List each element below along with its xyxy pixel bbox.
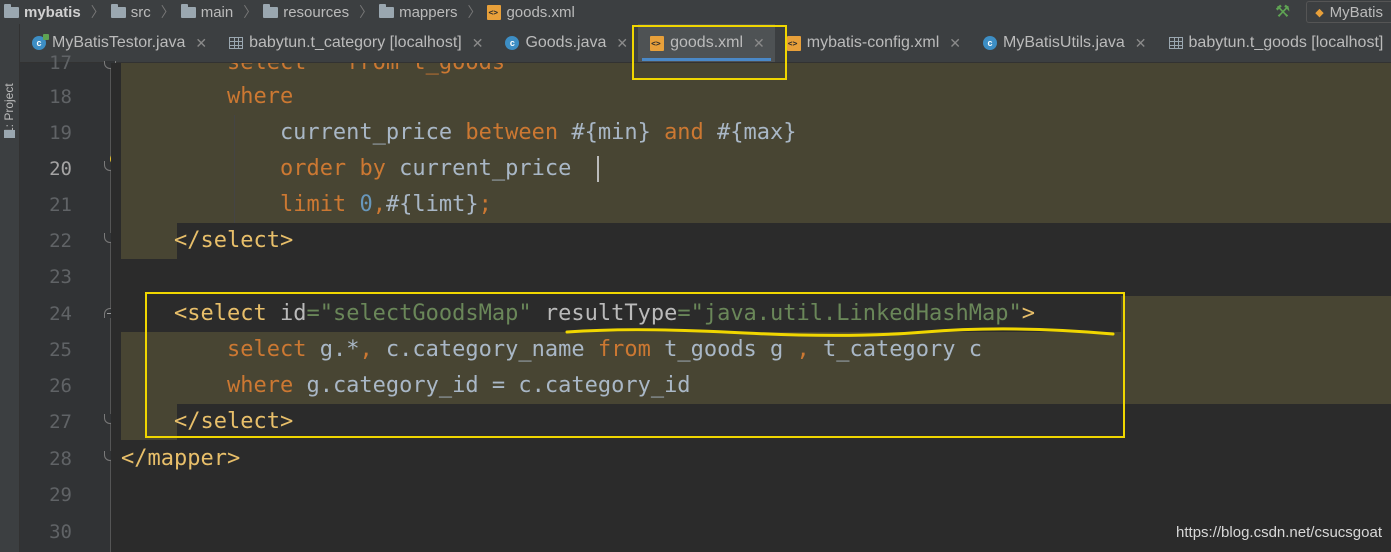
line-number: 19 [49, 122, 72, 144]
project-tool-icon[interactable] [4, 130, 15, 138]
breadcrumb-item-resources[interactable]: resources 〉 [263, 0, 379, 24]
xml-file-icon [487, 4, 502, 20]
line-number: 26 [49, 375, 72, 397]
tab-babytun-t-category[interactable]: babytun.t_category [localhost] ✕ [217, 24, 493, 62]
folder-icon [379, 3, 395, 18]
line-number: 23 [49, 266, 72, 288]
code-line-18: where [121, 79, 293, 115]
xml-file-icon [786, 35, 801, 51]
close-icon[interactable]: ✕ [616, 35, 628, 52]
breadcrumb: mybatis 〉 src 〉 main 〉 resources 〉 mappe… [0, 0, 575, 24]
breadcrumb-label: resources [283, 3, 350, 21]
editor-gutter[interactable]: 17 18 19 20 21 22 23 24 25 26 27 28 29 3… [20, 52, 116, 552]
underline-annotation [565, 327, 1115, 337]
watermark: https://blog.csdn.net/csucsgoat [1176, 524, 1382, 541]
breadcrumb-label: mybatis [24, 3, 81, 21]
tab-label: babytun.t_category [localhost] [249, 34, 462, 51]
code-highlight [1121, 296, 1391, 332]
folder-icon [110, 3, 126, 18]
tab-label: babytun.t_goods [localhost] [1188, 34, 1384, 51]
code-line-28: </mapper> [121, 441, 240, 477]
highlight-box-select-block [145, 292, 1125, 438]
line-number: 27 [49, 411, 72, 433]
close-icon[interactable]: ✕ [1135, 35, 1147, 52]
code-text: select * from t_goods [121, 63, 505, 75]
breadcrumb-item-mybatis[interactable]: mybatis 〉 [4, 0, 111, 24]
build-hammer-icon[interactable]: ⚒ [1275, 2, 1290, 22]
run-config-icon: ◆ [1315, 6, 1324, 19]
breadcrumb-item-src[interactable]: src 〉 [110, 0, 181, 24]
highlight-box-active-tab [632, 25, 787, 80]
code-text: </mapper> [121, 446, 241, 471]
line-number: 21 [49, 194, 72, 216]
line-number: 25 [49, 339, 72, 361]
close-icon[interactable]: ✕ [472, 35, 484, 52]
resources-folder-icon [263, 3, 279, 18]
tab-label: MyBatisUtils.java [1002, 34, 1125, 51]
breadcrumb-item-goods-xml[interactable]: goods.xml [487, 0, 575, 24]
code-text: </select> [121, 228, 294, 253]
code-text: where [121, 84, 294, 109]
tool-window-strip: 1: Project [0, 24, 20, 552]
chevron-right-icon: 〉 [160, 4, 175, 20]
db-table-icon [1168, 37, 1183, 49]
tab-mybatis-config-xml[interactable]: mybatis-config.xml ✕ [775, 24, 971, 62]
chevron-right-icon: 〉 [359, 4, 374, 20]
line-number: 22 [49, 230, 72, 252]
breadcrumb-item-main[interactable]: main 〉 [180, 0, 264, 24]
code-text: current_price between #{min} and #{max} [121, 120, 797, 145]
close-icon[interactable]: ✕ [949, 35, 961, 52]
run-configuration-select[interactable]: ◆ MyBatis [1306, 1, 1391, 23]
breadcrumb-label: mappers [399, 3, 458, 21]
chevron-right-icon: 〉 [90, 4, 105, 20]
close-icon[interactable]: ✕ [195, 35, 207, 52]
code-line-19: current_price between #{min} and #{max} [121, 115, 797, 151]
folder-icon [180, 3, 196, 18]
code-text: order by current_price [279, 156, 572, 181]
line-number: 20 [49, 158, 72, 180]
tab-label: mybatis-config.xml [806, 34, 940, 51]
tab-goods-java[interactable]: c Goods.java ✕ [493, 24, 638, 62]
tab-mybatisutils-java[interactable]: c MyBatisUtils.java ✕ [971, 24, 1157, 62]
project-tool-button[interactable]: 1: Project [2, 64, 16, 134]
project-folder-icon [4, 3, 19, 18]
breadcrumb-item-mappers[interactable]: mappers 〉 [379, 0, 487, 24]
chevron-right-icon: 〉 [467, 4, 482, 20]
breadcrumb-label: main [200, 3, 234, 21]
tab-babytun-t-goods[interactable]: babytun.t_goods [localhost] [1157, 24, 1391, 62]
line-number: 30 [49, 521, 72, 543]
java-class-icon: c [505, 36, 520, 50]
line-number: 18 [49, 86, 72, 108]
code-line-22: </select> [121, 223, 293, 259]
tab-label: MyBatisTestor.java [52, 34, 186, 51]
line-number: 24 [49, 303, 72, 325]
toolbar-right: ⚒ ◆ MyBatis [1275, 0, 1391, 24]
chevron-right-icon: 〉 [243, 4, 258, 20]
text-caret [597, 156, 599, 182]
breadcrumb-label: goods.xml [506, 3, 575, 21]
code-line-21: limit 0,#{limt}; [121, 187, 492, 223]
tab-label: Goods.java [525, 34, 607, 51]
run-config-label: MyBatis [1329, 3, 1383, 21]
navigation-bar: mybatis 〉 src 〉 main 〉 resources 〉 mappe… [0, 0, 1391, 24]
line-number: 29 [49, 484, 72, 506]
db-table-icon [229, 37, 244, 49]
line-number: 17 [49, 52, 72, 74]
code-line-20: order by current_price [121, 151, 571, 187]
line-number: 28 [49, 448, 72, 470]
breadcrumb-label: src [130, 3, 151, 21]
code-text: limit 0,#{limt}; [279, 192, 492, 217]
java-class-icon: c [982, 36, 997, 50]
